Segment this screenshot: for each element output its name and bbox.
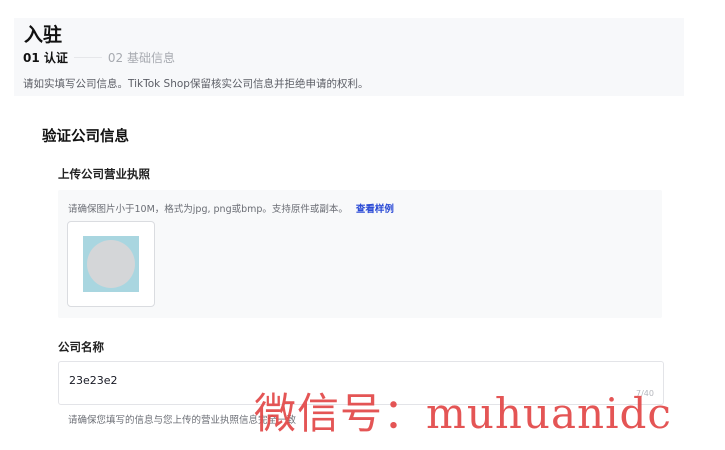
step-1-label: 01 认证 bbox=[23, 51, 68, 65]
thumbnail-image bbox=[83, 236, 139, 292]
upload-hint: 请确保图片小于10M，格式为jpg, png或bmp。支持原件或副本。 查看样例 bbox=[68, 201, 394, 215]
watermark-overlay: 微信号：muhuanidc bbox=[254, 389, 672, 438]
thumbnail-image-shape bbox=[87, 240, 135, 288]
intro-text: 请如实填写公司信息。TikTok Shop保留核实公司信息并拒绝申请的权利。 bbox=[23, 78, 369, 90]
uploaded-license-thumbnail[interactable] bbox=[67, 221, 155, 307]
section-title: 验证公司信息 bbox=[42, 129, 129, 145]
step-2-label: 02 基础信息 bbox=[107, 51, 175, 65]
step-indicator: 01 认证 02 基础信息 bbox=[23, 49, 175, 66]
step-connector bbox=[73, 57, 102, 58]
company-name-label: 公司名称 bbox=[58, 340, 104, 354]
page-title: 入驻 bbox=[24, 24, 63, 46]
upload-license-label: 上传公司营业执照 bbox=[58, 167, 150, 181]
upload-hint-text: 请确保图片小于10M，格式为jpg, png或bmp。支持原件或副本。 bbox=[68, 204, 348, 215]
view-sample-link[interactable]: 查看样例 bbox=[356, 201, 394, 215]
